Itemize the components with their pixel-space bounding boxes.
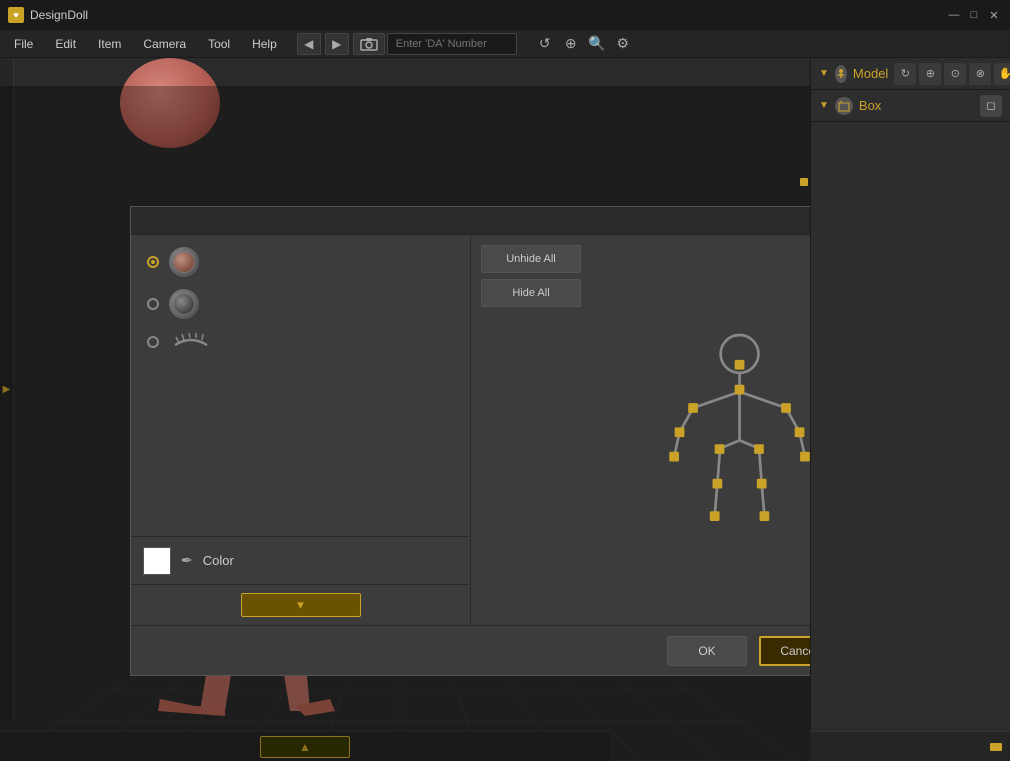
list-item[interactable] <box>139 285 462 323</box>
unhide-all-button[interactable]: Unhide All <box>481 245 581 273</box>
zoom-out-icon[interactable]: ⊗ <box>969 63 991 85</box>
titlebar-controls: — □ ✕ <box>946 7 1002 23</box>
scroll-dot <box>800 178 808 186</box>
menu-help[interactable]: Help <box>242 33 287 55</box>
minimize-button[interactable]: — <box>946 7 962 23</box>
menu-item[interactable]: Item <box>88 33 131 55</box>
right-panel-model-header: ▼ Model ↻ ⊕ ⊙ ⊗ ✋ 👁 <box>811 58 1010 90</box>
box-dropdown-arrow[interactable]: ▼ <box>819 100 829 111</box>
modal-titlebar: ▪ <box>131 207 810 235</box>
nav-buttons: ◀ ▶ <box>297 33 385 55</box>
main-area: ▶ ▲ ▪ <box>0 58 1010 761</box>
menubar: File Edit Item Camera Tool Help ◀ ▶ ↺ ⊕ … <box>0 30 1010 58</box>
dropdown-arrow: ▾ <box>297 597 304 613</box>
eyelash-icon <box>169 331 213 353</box>
eyedropper-icon[interactable]: ✒ <box>181 552 193 569</box>
radio-item3[interactable] <box>147 336 159 348</box>
scroll-indicator <box>800 178 808 186</box>
hand-icon[interactable]: ✋ <box>994 63 1010 85</box>
right-panel-box-header: ▼ Box ◻ <box>811 90 1010 122</box>
model-icon <box>835 65 847 83</box>
camera-button[interactable] <box>353 33 385 55</box>
dropdown-button[interactable]: ▾ <box>241 593 361 617</box>
right-panel: ▼ Model ↻ ⊕ ⊙ ⊗ ✋ 👁 ▼ <box>810 58 1010 761</box>
color-swatch[interactable] <box>143 547 171 575</box>
nav-forward-button[interactable]: ▶ <box>325 33 349 55</box>
modal-dropdown-row: ▾ <box>131 585 470 625</box>
model-dropdown-arrow[interactable]: ▼ <box>819 68 829 79</box>
modal-color-section: ✒ Color <box>131 537 470 585</box>
modal-overlay: ▪ <box>0 86 810 761</box>
model-label: Model <box>853 66 888 81</box>
titlebar-left: ♥ DesignDoll <box>8 7 88 23</box>
maximize-button[interactable]: □ <box>966 7 982 23</box>
body-diagram <box>639 245 810 625</box>
move-icon[interactable]: ⊕ <box>919 63 941 85</box>
refresh-icon[interactable]: ↺ <box>535 34 555 54</box>
cancel-button[interactable]: Cancel <box>759 636 810 666</box>
modal-items-list <box>131 235 470 537</box>
right-panel-content <box>811 122 1010 761</box>
modal-footer: OK Cancel <box>131 625 810 675</box>
eye-icon-1 <box>169 247 199 277</box>
rotate-icon[interactable]: ↻ <box>894 63 916 85</box>
modal-body: ✒ Color ▾ Un <box>131 235 810 625</box>
box-3d-icon[interactable]: ◻ <box>980 95 1002 117</box>
box-label: Box <box>859 98 881 113</box>
box-icon-circle <box>835 97 853 115</box>
titlebar: ♥ DesignDoll — □ ✕ <box>0 0 1010 30</box>
right-panel-status <box>810 731 1010 761</box>
app-title: DesignDoll <box>30 8 88 22</box>
list-item[interactable] <box>139 243 462 281</box>
color-label: Color <box>203 553 234 568</box>
nav-back-button[interactable]: ◀ <box>297 33 321 55</box>
da-number-input[interactable] <box>387 33 517 55</box>
status-indicator <box>990 743 1002 751</box>
menu-edit[interactable]: Edit <box>45 33 86 55</box>
hide-all-button[interactable]: Hide All <box>481 279 581 307</box>
close-button[interactable]: ✕ <box>986 7 1002 23</box>
settings-icon[interactable]: ⚙ <box>613 34 633 54</box>
app-icon: ♥ <box>8 7 24 23</box>
menu-file[interactable]: File <box>4 33 43 55</box>
list-item[interactable] <box>139 327 462 357</box>
add-icon[interactable]: ⊕ <box>561 34 581 54</box>
viewport: ▶ ▲ ▪ <box>0 58 810 761</box>
zoom-icon[interactable]: 🔍 <box>587 34 607 54</box>
menu-camera[interactable]: Camera <box>133 33 196 55</box>
camera-icon <box>360 37 378 51</box>
ok-button[interactable]: OK <box>667 636 747 666</box>
eye-icon-2 <box>169 289 199 319</box>
zoom-in-icon[interactable]: ⊙ <box>944 63 966 85</box>
radio-item1[interactable] <box>147 256 159 268</box>
modal-dialog: ▪ <box>130 206 810 676</box>
modal-left-panel: ✒ Color ▾ <box>131 235 471 625</box>
menu-tool[interactable]: Tool <box>198 33 240 55</box>
modal-right-panel: Unhide All Hide All <box>471 235 810 625</box>
toolbar-icons: ↺ ⊕ 🔍 ⚙ <box>535 34 633 54</box>
modal-right-buttons: Unhide All Hide All <box>471 235 591 317</box>
radio-item2[interactable] <box>147 298 159 310</box>
